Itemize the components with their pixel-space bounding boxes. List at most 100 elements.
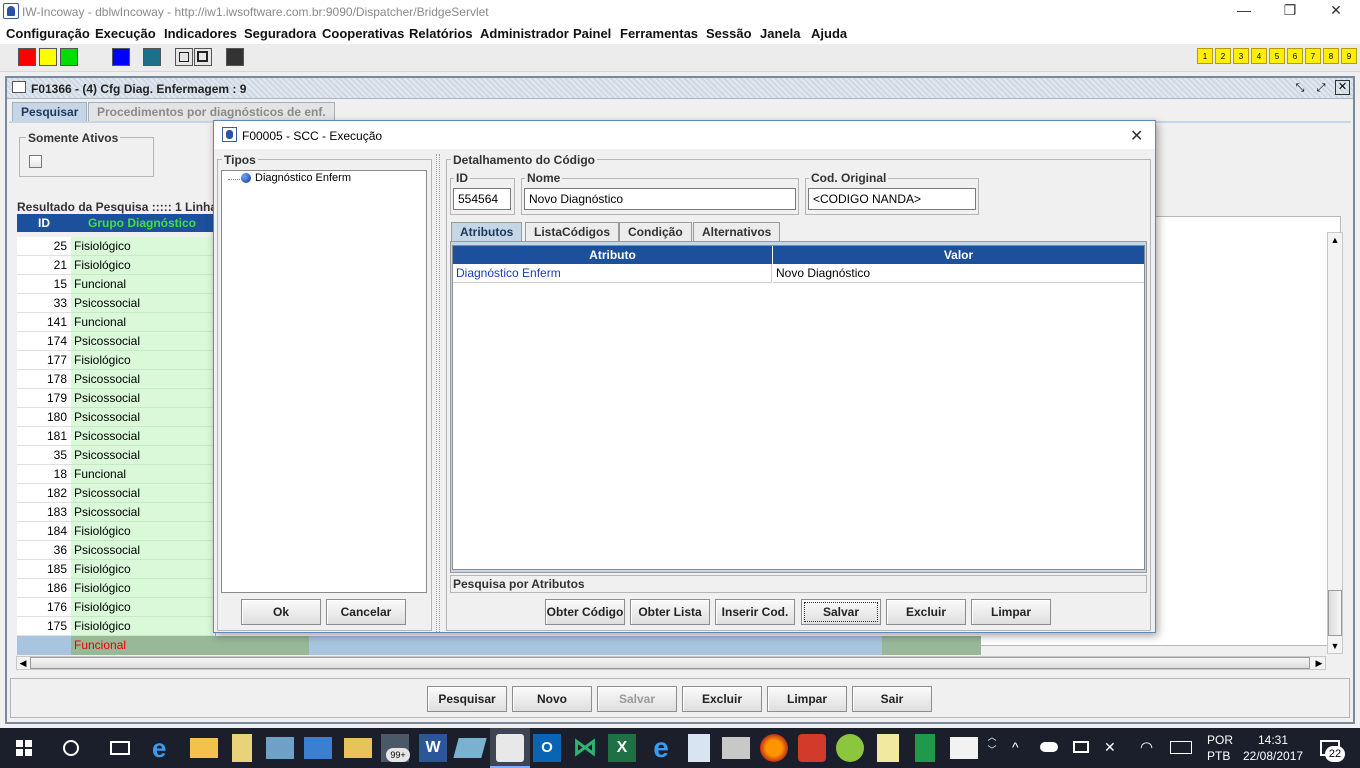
tab-atributos[interactable]: Atributos (451, 222, 523, 242)
table-row[interactable]: 15 Funcional (17, 275, 213, 294)
table-row[interactable]: 25 Fisiológico (17, 237, 213, 256)
outlook-icon[interactable]: O (533, 734, 561, 762)
shortcut-9-button[interactable]: 9 (1341, 48, 1357, 64)
excel-icon[interactable]: X (608, 734, 636, 762)
menu-configuracao[interactable]: Configuração (6, 26, 90, 41)
color-dark-button[interactable] (226, 48, 244, 66)
color-green-button[interactable] (60, 48, 78, 66)
tab-pesquisar[interactable]: Pesquisar (12, 102, 88, 122)
maximize-button[interactable]: ❐ (1267, 0, 1313, 23)
sheet-icon[interactable] (915, 734, 935, 762)
photos-icon[interactable] (950, 737, 978, 759)
frame-maximize-icon[interactable]: ⤢ (1314, 81, 1328, 95)
menu-janela[interactable]: Janela (760, 26, 800, 41)
salvar-button[interactable]: Salvar (597, 686, 677, 712)
menu-sessao[interactable]: Sessão (706, 26, 752, 41)
start-windows-icon[interactable] (16, 740, 32, 756)
tab-procedimentos[interactable]: Procedimentos por diagnósticos de enf. (88, 102, 335, 122)
splitter[interactable] (436, 154, 440, 632)
shortcut-4-button[interactable]: 4 (1251, 48, 1267, 64)
scroll-down-icon[interactable]: ▼ (1328, 639, 1342, 653)
menu-relatorios[interactable]: Relatórios (409, 26, 473, 41)
menu-indicadores[interactable]: Indicadores (164, 26, 237, 41)
tray-chevron-icon[interactable]: ^ (1012, 739, 1019, 755)
ok-button[interactable]: Ok (241, 599, 321, 625)
green-app-icon[interactable] (836, 734, 864, 762)
sair-button[interactable]: Sair (852, 686, 932, 712)
somente-ativos-checkbox[interactable] (29, 155, 42, 168)
table-row[interactable]: 183 Psicossocial (17, 503, 213, 522)
table-row[interactable]: 36 Psicossocial (17, 541, 213, 560)
shortcut-7-button[interactable]: 7 (1305, 48, 1321, 64)
shortcut-5-button[interactable]: 5 (1269, 48, 1285, 64)
security-icon[interactable] (798, 734, 826, 762)
tree-item-diagnostico[interactable]: Diagnóstico Enferm (255, 172, 351, 184)
col-header-atributo[interactable]: Atributo (453, 246, 772, 264)
clock-date[interactable]: 22/08/2017 (1243, 749, 1303, 763)
scroll-right-icon[interactable]: ▶ (1313, 657, 1325, 669)
notes-icon[interactable] (453, 738, 487, 758)
table-row[interactable]: 182 Psicossocial (17, 484, 213, 503)
table-row[interactable]: 184 Fisiológico (17, 522, 213, 541)
menu-seguradora[interactable]: Seguradora (244, 26, 316, 41)
table-row[interactable]: 174 Psicossocial (17, 332, 213, 351)
col-header-grupo[interactable]: Grupo Diagnóstico (71, 214, 213, 232)
color-yellow-button[interactable] (39, 48, 57, 66)
selected-row-group[interactable]: Funcional (71, 636, 215, 655)
menu-painel[interactable]: Painel (573, 26, 611, 41)
documents-icon[interactable] (232, 734, 252, 762)
table-row[interactable]: 181 Psicossocial (17, 427, 213, 446)
file-explorer-icon[interactable] (190, 738, 218, 758)
obter-lista-button[interactable]: Obter Lista (630, 599, 710, 625)
cod-original-field[interactable]: <CODIGO NANDA> (808, 188, 976, 210)
tab-listacodigos[interactable]: ListaCódigos (525, 222, 620, 242)
clock-time[interactable]: 14:31 (1258, 733, 1288, 747)
document-icon[interactable] (688, 734, 710, 762)
table-row[interactable]: 180 Psicossocial (17, 408, 213, 427)
editor-icon[interactable] (877, 734, 899, 762)
onedrive-icon[interactable] (1040, 742, 1058, 752)
taskbar-scroll-icon[interactable]: ︿ ﹀ (987, 730, 997, 766)
excluir-button[interactable]: Excluir (682, 686, 762, 712)
edge-icon[interactable]: e (152, 734, 180, 762)
pesquisar-button[interactable]: Pesquisar (427, 686, 507, 712)
shortcut-6-button[interactable]: 6 (1287, 48, 1303, 64)
color-blue-button[interactable] (112, 48, 130, 66)
keyboard-icon[interactable] (1170, 741, 1192, 754)
network-icon[interactable] (304, 737, 332, 759)
table-row[interactable]: 176 Fisiológico (17, 598, 213, 617)
close-button[interactable]: ✕ (1313, 0, 1359, 23)
color-teal-button[interactable] (143, 48, 161, 66)
value-cell[interactable]: Novo Diagnóstico (773, 264, 1144, 283)
table-row[interactable]: 186 Fisiológico (17, 579, 213, 598)
lang-layout[interactable]: PTB (1207, 749, 1230, 763)
search-icon[interactable] (63, 740, 79, 756)
table-row[interactable]: 175 Fisiológico (17, 617, 213, 636)
menu-ferramentas[interactable]: Ferramentas (620, 26, 698, 41)
tipos-tree[interactable] (221, 170, 427, 593)
menu-ajuda[interactable]: Ajuda (811, 26, 847, 41)
cancelar-button[interactable]: Cancelar (326, 599, 406, 625)
scroll-up-icon[interactable]: ▲ (1328, 233, 1342, 247)
shortcut-1-button[interactable]: 1 (1197, 48, 1213, 64)
word-icon[interactable]: W (419, 734, 447, 762)
folder-icon[interactable] (344, 738, 372, 758)
table-row[interactable]: 185 Fisiológico (17, 560, 213, 579)
computer-icon[interactable] (266, 737, 294, 759)
table-row[interactable]: 33 Psicossocial (17, 294, 213, 313)
menu-cooperativas[interactable]: Cooperativas (322, 26, 404, 41)
nome-field[interactable]: Novo Diagnóstico (524, 188, 796, 210)
id-field[interactable]: 554564 (453, 188, 511, 210)
table-row[interactable]: 21 Fisiológico (17, 256, 213, 275)
frame-minimize-icon[interactable]: ⤡ (1293, 81, 1307, 95)
menu-execucao[interactable]: Execução (95, 26, 156, 41)
visual-studio-icon[interactable]: ⋈ (571, 734, 599, 762)
window-cascade-icon[interactable] (194, 48, 212, 66)
shortcut-3-button[interactable]: 3 (1233, 48, 1249, 64)
volume-muted-icon[interactable]: ✕ (1104, 739, 1116, 756)
table-row[interactable]: 177 Fisiológico (17, 351, 213, 370)
color-red-button[interactable] (18, 48, 36, 66)
shortcut-8-button[interactable]: 8 (1323, 48, 1339, 64)
col-header-valor[interactable]: Valor (773, 246, 1144, 264)
selected-row-id[interactable] (17, 636, 71, 655)
